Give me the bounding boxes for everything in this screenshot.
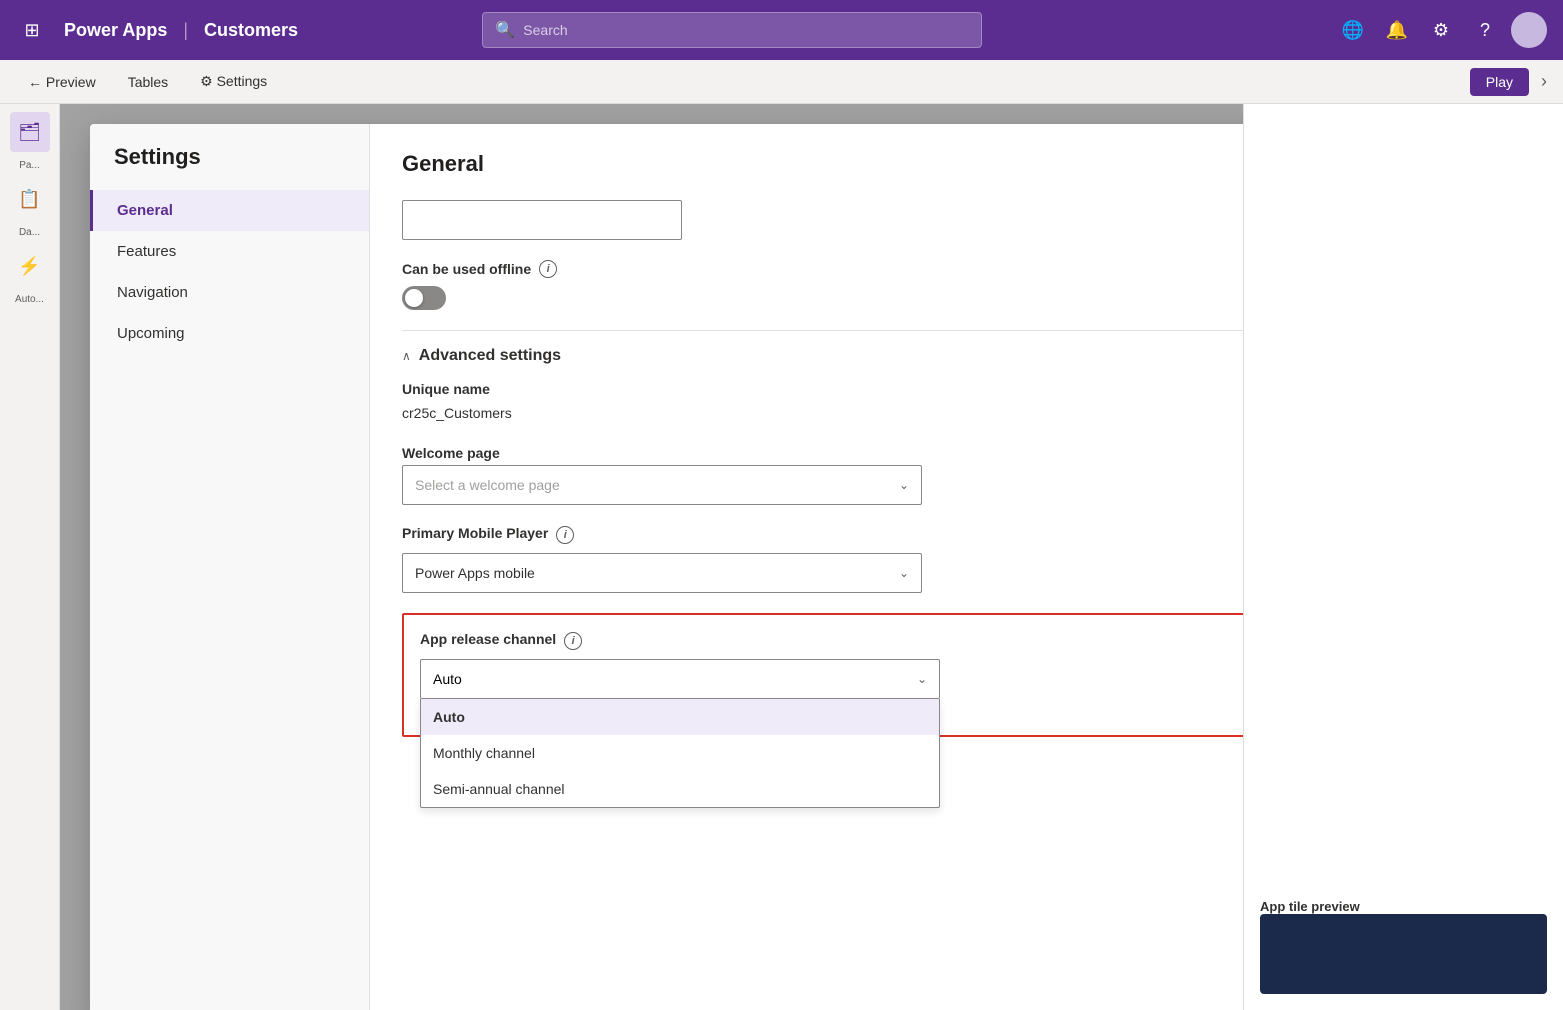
app-tile-preview-box <box>1260 914 1547 994</box>
main-area: 🗂 Pa... 📋 Da... ⚡ Auto... Settings Gener… <box>0 104 1563 1010</box>
release-channel-section: App release channel i Auto ⌄ Auto Mont <box>402 613 1243 737</box>
settings-nav-general[interactable]: General <box>90 190 369 231</box>
sidebar-item-pages[interactable]: 🗂 <box>10 112 50 152</box>
settings-content-title: General <box>402 151 484 177</box>
settings-header: General × <box>402 148 1243 180</box>
release-channel-dropdown-arrow: ⌄ <box>917 672 927 686</box>
sub-navigation: ← Preview Tables ⚙ Settings Play › <box>0 60 1563 104</box>
settings-title: Settings <box>90 144 369 190</box>
primary-mobile-player-label: Primary Mobile Player <box>402 525 548 541</box>
dropdown-option-auto[interactable]: Auto <box>421 699 939 735</box>
settings-button[interactable]: ⚙ <box>1423 12 1459 48</box>
settings-nav-navigation[interactable]: Navigation <box>90 272 369 313</box>
release-channel-dropdown[interactable]: Auto ⌄ <box>420 659 940 699</box>
dropdown-option-monthly[interactable]: Monthly channel <box>421 735 939 771</box>
globe-icon: 🌐 <box>1342 20 1364 41</box>
offline-field-row: Can be used offline i <box>402 260 1243 278</box>
right-panel: App tile preview <box>1243 104 1563 1010</box>
grid-icon: ⊞ <box>24 20 39 41</box>
settings-nav-upcoming[interactable]: Upcoming <box>90 313 369 354</box>
primary-mobile-player-dropdown-arrow: ⌄ <box>899 566 909 580</box>
settings-content: General × Can be used offline i ∧ Ad <box>370 124 1243 1010</box>
gear-icon: ⚙ <box>1433 20 1449 41</box>
release-channel-info-icon[interactable]: i <box>564 632 582 650</box>
release-channel-selected-value: Auto <box>433 671 462 687</box>
automation-icon: ⚡ <box>18 256 40 277</box>
settings-sidebar: Settings General Features Navigation Upc… <box>90 124 370 1010</box>
notifications-button[interactable]: 🔔 <box>1379 12 1415 48</box>
primary-mobile-player-row: Primary Mobile Player i <box>402 525 1243 545</box>
search-icon: 🔍 <box>495 20 515 40</box>
release-channel-dropdown-container: Auto ⌄ Auto Monthly channel Semi-annual … <box>420 659 940 699</box>
search-bar[interactable]: 🔍 <box>482 12 982 48</box>
bell-icon: 🔔 <box>1386 20 1408 41</box>
advanced-settings-title: Advanced settings <box>419 347 561 365</box>
sidebar-label-pages: Pa... <box>19 160 40 171</box>
app-tile-preview-label: App tile preview <box>1260 899 1547 914</box>
release-channel-label: App release channel <box>420 631 556 647</box>
welcome-page-field: Welcome page Select a welcome page ⌄ <box>402 445 1243 505</box>
advanced-settings-header[interactable]: ∧ Advanced settings <box>402 347 1243 365</box>
tab-tables[interactable]: Tables <box>116 70 180 94</box>
release-channel-dropdown-menu: Auto Monthly channel Semi-annual channel <box>420 699 940 808</box>
welcome-page-dropdown-arrow: ⌄ <box>899 478 909 492</box>
top-navigation: ⊞ Power Apps | Customers 🔍 🌐 🔔 ⚙ ? <box>0 0 1563 60</box>
primary-mobile-player-info-icon[interactable]: i <box>556 526 574 544</box>
help-icon: ? <box>1480 20 1490 41</box>
chevron-up-icon: ∧ <box>402 349 411 363</box>
nav-icons: 🌐 🔔 ⚙ ? <box>1335 12 1547 48</box>
tab-preview[interactable]: ← Preview <box>16 70 108 94</box>
app-grid-button[interactable]: ⊞ <box>16 14 48 46</box>
release-channel-field: App release channel i Auto ⌄ Auto Mont <box>420 631 1243 699</box>
primary-mobile-player-value: Power Apps mobile <box>415 565 535 581</box>
avatar[interactable] <box>1511 12 1547 48</box>
offline-label: Can be used offline <box>402 261 531 277</box>
play-button[interactable]: Play <box>1470 68 1529 96</box>
sidebar-label-data: Da... <box>19 227 40 238</box>
sidebar-item-data[interactable]: 📋 <box>10 179 50 219</box>
offline-info-icon[interactable]: i <box>539 260 557 278</box>
sidebar-item-automation[interactable]: ⚡ <box>10 246 50 286</box>
unique-name-field: Unique name cr25c_Customers <box>402 381 1243 425</box>
dropdown-option-semiannual[interactable]: Semi-annual channel <box>421 771 939 807</box>
primary-mobile-player-dropdown[interactable]: Power Apps mobile ⌄ <box>402 553 922 593</box>
chevron-right-icon: › <box>1541 71 1547 92</box>
tab-settings[interactable]: ⚙ Settings <box>188 69 279 94</box>
offline-toggle[interactable] <box>402 286 446 310</box>
data-icon: 📋 <box>18 189 40 210</box>
settings-nav-features[interactable]: Features <box>90 231 369 272</box>
welcome-page-placeholder: Select a welcome page <box>415 477 560 493</box>
help-button[interactable]: ? <box>1467 12 1503 48</box>
toggle-knob <box>405 289 423 307</box>
settings-modal: Settings General Features Navigation Upc… <box>90 124 1243 1010</box>
search-input[interactable] <box>523 22 969 38</box>
app-name-input[interactable] <box>402 200 682 240</box>
welcome-page-dropdown[interactable]: Select a welcome page ⌄ <box>402 465 922 505</box>
pages-icon: 🗂 <box>18 122 41 143</box>
welcome-page-label: Welcome page <box>402 445 1243 461</box>
canvas-area: Settings General Features Navigation Upc… <box>60 104 1243 1010</box>
app-name: Power Apps <box>64 20 167 41</box>
section-divider <box>402 330 1243 331</box>
primary-mobile-player-field: Primary Mobile Player i Power Apps mobil… <box>402 525 1243 593</box>
globe-button[interactable]: 🌐 <box>1335 12 1371 48</box>
page-name: Customers <box>204 20 298 41</box>
left-sidebar: 🗂 Pa... 📋 Da... ⚡ Auto... <box>0 104 60 1010</box>
release-channel-row: App release channel i <box>420 631 1243 651</box>
unique-name-value: cr25c_Customers <box>402 401 1243 425</box>
nav-separator: | <box>183 20 188 41</box>
sidebar-label-automation: Auto... <box>15 294 44 305</box>
unique-name-label: Unique name <box>402 381 1243 397</box>
